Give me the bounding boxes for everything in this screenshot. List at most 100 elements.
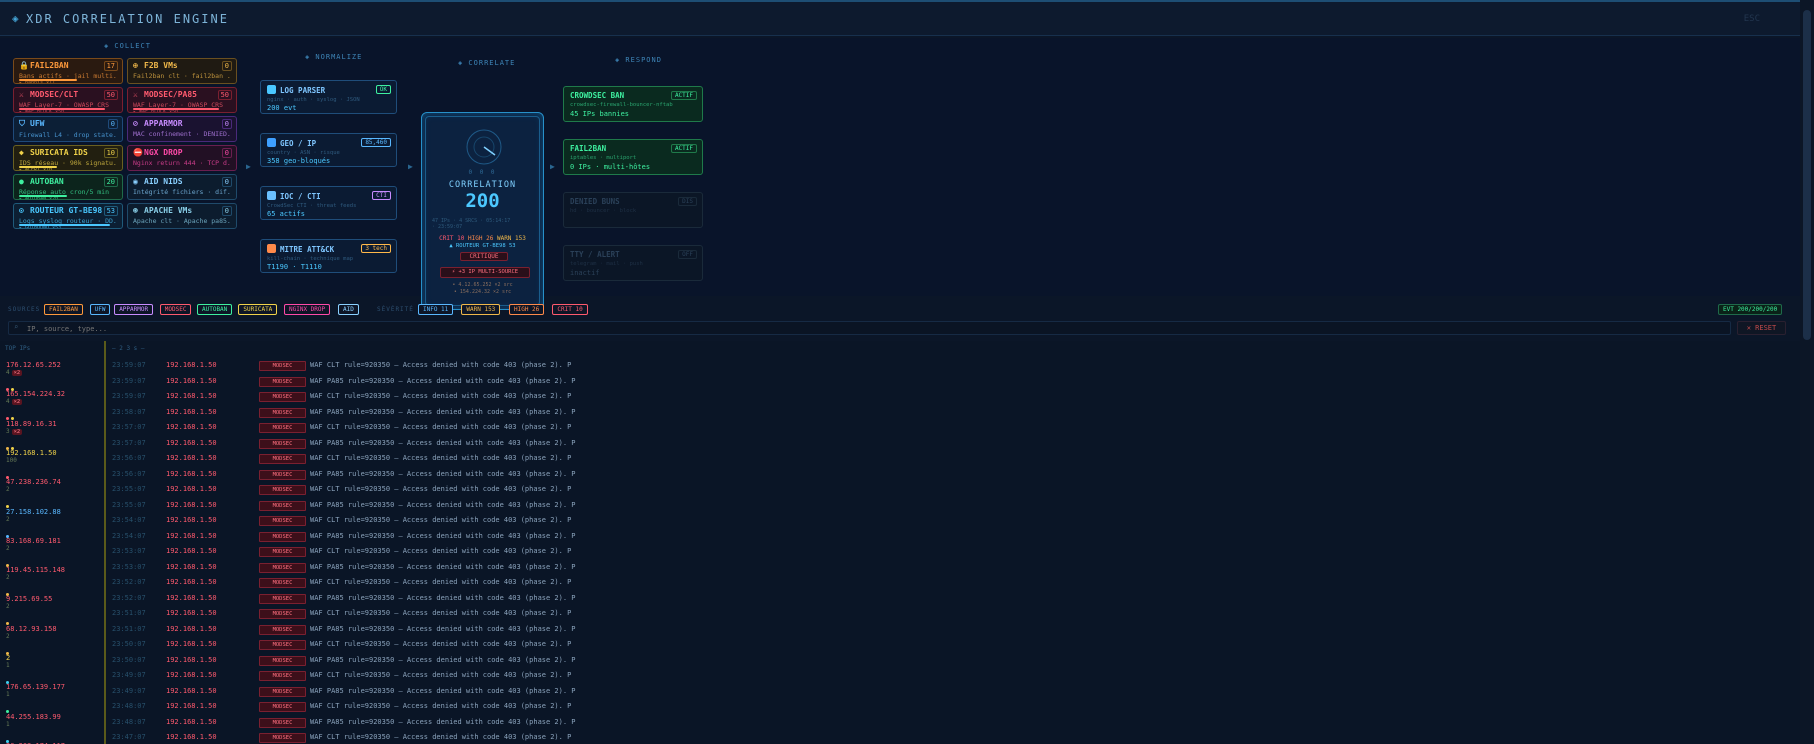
log-timestamp: 23:53:07 xyxy=(112,562,146,571)
log-row[interactable]: 23:54:07 192.168.1.50 MODSEC WAF PA85 rule=… xyxy=(112,531,1112,545)
filter-chip-autoban[interactable]: AUTOBAN xyxy=(197,304,233,315)
source-name: ⚔ MODSEC/CLT xyxy=(19,90,117,99)
top-ip-address: 44.255.183.99 xyxy=(6,712,61,721)
source-card[interactable]: ⚔ MODSEC/CLT 50 WAF Layer-7 · OWASP CRS ▸ WA… xyxy=(13,87,123,113)
log-row[interactable]: 23:54:07 192.168.1.50 MODSEC WAF CLT rule=9… xyxy=(112,516,1112,529)
log-row[interactable]: 23:50:07 192.168.1.50 MODSEC WAF PA85 rule=… xyxy=(112,655,1112,669)
log-row[interactable]: 23:57:07 192.168.1.50 MODSEC WAF CLT rule=9… xyxy=(112,423,1112,436)
log-row[interactable]: 23:52:07 192.168.1.50 MODSEC WAF CLT rule=9… xyxy=(112,578,1112,591)
log-row[interactable]: 23:49:07 192.168.1.50 MODSEC WAF PA85 rule=… xyxy=(112,686,1112,700)
log-parser-icon xyxy=(267,85,276,94)
source-desc: Firewall L4 · drop state... xyxy=(19,131,117,139)
log-row[interactable]: 23:59:07 192.168.1.50 MODSEC WAF CLT rule=9… xyxy=(112,392,1112,405)
filter-chip-ufw[interactable]: UFW xyxy=(89,304,111,315)
filter-chip-apparmor[interactable]: APPARMOR xyxy=(114,304,154,315)
filter-chip-modsec[interactable]: MODSEC xyxy=(159,304,192,315)
correlation-count: 200 xyxy=(465,190,500,212)
log-row[interactable]: 23:51:07 192.168.1.50 MODSEC WAF CLT rule=9… xyxy=(112,609,1112,622)
normalize-sub: CrowdSec CTI · threat feeds xyxy=(267,203,357,209)
respond-card[interactable]: CROWDSEC BAN ACTIF crowdsec-firewall-bounc… xyxy=(563,86,703,122)
respond-card[interactable]: DENIED BUNS DIS hd · bouncer · block xyxy=(563,192,703,228)
reset-button[interactable]: ✕ RESET xyxy=(1737,321,1786,335)
status-dots: 0 0 0 xyxy=(468,169,497,176)
log-row[interactable]: 23:56:07 192.168.1.50 MODSEC WAF PA85 rule=… xyxy=(112,469,1112,483)
search-input[interactable] xyxy=(27,323,427,334)
source-card[interactable]: ● AUTOBAN 20 Réponse auto cron/5 min ▸ AUTOB… xyxy=(13,174,123,200)
normalize-label: LOG PARSER xyxy=(280,86,326,95)
source-card[interactable]: 🔒FAIL2BAN 17 Bans actifs · jail multi... ▸ … xyxy=(13,58,123,84)
normalize-card[interactable]: GEO / IP 85,460 country · ASN · risque 358 … xyxy=(260,133,397,167)
normalize-label: IOC / CTI xyxy=(280,192,321,201)
log-row[interactable]: 23:53:07 192.168.1.50 MODSEC WAF CLT rule=9… xyxy=(112,547,1112,560)
source-card[interactable]: ◉ AID NIDS 0 Intégrité fichiers · dif... xyxy=(127,174,237,200)
log-row[interactable]: 23:56:07 192.168.1.50 MODSEC WAF CLT rule=9… xyxy=(112,454,1112,467)
top-ip-item[interactable]: 44.255.183.99 1 xyxy=(6,713,100,744)
log-row[interactable]: 23:51:07 192.168.1.50 MODSEC WAF PA85 rule=… xyxy=(112,624,1112,638)
log-row[interactable]: 23:48:07 192.168.1.50 MODSEC WAF CLT rule=9… xyxy=(112,702,1112,715)
log-row[interactable]: 23:50:07 192.168.1.50 MODSEC WAF CLT rule=9… xyxy=(112,640,1112,653)
respond-card[interactable]: FAIL2BAN ACTIF iptables · multiport 0 IPs ·… xyxy=(563,139,703,175)
log-source-tag: MODSEC xyxy=(259,671,306,681)
log-row[interactable]: 23:52:07 192.168.1.50 MODSEC WAF PA85 rule=… xyxy=(112,593,1112,607)
severity-filter-label: SÉVÉRITÉ xyxy=(377,306,414,313)
normalize-tag: 85,460 xyxy=(361,138,391,147)
log-source-tag: MODSEC xyxy=(259,469,306,480)
filter-chip-nginx-drop[interactable]: NGINX DROP xyxy=(284,304,331,315)
source-card[interactable]: ⊙ ROUTEUR GT-BE98 53 Logs syslog routeur · … xyxy=(13,203,123,229)
log-message: WAF CLT rule=920350 — Access denied with… xyxy=(310,640,572,648)
log-row[interactable]: 23:53:07 192.168.1.50 MODSEC WAF PA85 rule=… xyxy=(112,562,1112,576)
log-row[interactable]: 23:59:07 192.168.1.50 MODSEC WAF PA85 rule=… xyxy=(112,376,1112,390)
multi-source-badge[interactable]: ⚡ +3 IP MULTI-SOURCE xyxy=(440,267,530,278)
correlation-card[interactable]: 0 0 0 CORRELATION 200 47 IPs · 4 SRCS · … xyxy=(421,112,544,310)
log-row[interactable]: 23:58:07 192.168.1.50 MODSEC WAF PA85 rule=… xyxy=(112,407,1112,421)
source-count: 10 xyxy=(103,148,118,158)
respond-sub: iptables · multiport xyxy=(570,155,637,161)
source-card[interactable]: ⚔ MODSEC/PA85 50 WAF Layer-7 · OWASP CRS ▸ W… xyxy=(127,87,237,113)
source-card[interactable]: ◆ SURICATA IDS 10 IDS réseau · 90k signatu.… xyxy=(13,145,123,171)
severity-chip[interactable]: HIGH 26 xyxy=(509,304,545,315)
severity-chip[interactable]: CRIT 10 xyxy=(552,304,588,315)
log-row[interactable]: 23:57:07 192.168.1.50 MODSEC WAF PA85 rule=… xyxy=(112,438,1112,452)
log-ip: 192.168.1.50 xyxy=(166,686,217,695)
top-ip-count: 100 xyxy=(6,456,17,464)
severity-chip[interactable]: INFO 11 xyxy=(418,304,454,315)
source-card[interactable]: ⛔NGX DROP 0 Nginx return 444 · TCP d... xyxy=(127,145,237,171)
log-row[interactable]: 23:55:07 192.168.1.50 MODSEC WAF CLT rule=9… xyxy=(112,485,1112,498)
source-name: ⚔ MODSEC/PA85 xyxy=(133,90,231,99)
log-ip: 192.168.1.50 xyxy=(166,516,217,524)
source-card[interactable]: ⛉ UFW 0 Firewall L4 · drop state... xyxy=(13,116,123,142)
log-row[interactable]: 23:59:07 192.168.1.50 MODSEC WAF CLT rule=9… xyxy=(112,361,1112,374)
top-ip-address: 27.158.102.88 xyxy=(6,507,61,516)
log-ip: 192.168.1.50 xyxy=(166,469,217,478)
escape-button[interactable]: ESC xyxy=(1744,14,1760,24)
scrollbar-thumb[interactable] xyxy=(1803,10,1811,340)
source-card[interactable]: ⊕ F2B VMs 0 Fail2ban clt · fail2ban ... xyxy=(127,58,237,84)
scrollbar[interactable] xyxy=(1800,0,1814,744)
log-row[interactable]: 23:49:07 192.168.1.50 MODSEC WAF CLT rule=9… xyxy=(112,671,1112,684)
source-card[interactable]: ⊛ APACHE VMs 0 Apache clt · Apache pa85... xyxy=(127,203,237,229)
multi-ip-2: • 154.224.32 ×2 src xyxy=(453,289,512,295)
source-count: 0 xyxy=(221,119,232,129)
filter-chip-suricata[interactable]: SURICATA xyxy=(238,304,278,315)
top-ips-title: TOP IPs xyxy=(5,345,31,352)
ufw-icon: ⛉ xyxy=(19,119,25,128)
source-card[interactable]: ⊘ APPARMOR 0 MAC confinement · DENIED... xyxy=(127,116,237,142)
log-source-tag: MODSEC xyxy=(259,562,306,573)
top-ip-count: 1 xyxy=(6,691,10,699)
log-message: WAF CLT rule=920350 — Access denied with… xyxy=(310,733,572,741)
normalize-card[interactable]: MITRE ATT&CK 3 tech kill-chain · technique… xyxy=(260,239,397,273)
log-row[interactable]: 23:48:07 192.168.1.50 MODSEC WAF PA85 rule=… xyxy=(112,717,1112,731)
log-timestamp: 23:59:07 xyxy=(112,392,146,400)
severity-chip[interactable]: WARN 153 xyxy=(461,304,501,315)
log-row[interactable]: 23:47:07 192.168.1.50 MODSEC WAF CLT rule=9… xyxy=(112,733,1112,744)
normalize-card[interactable]: IOC / CTI CTI CrowdSec CTI · threat feeds 6… xyxy=(260,186,397,220)
filter-chip-fail2ban[interactable]: FAIL2BAN xyxy=(44,304,83,315)
ioc-cti-icon xyxy=(267,191,276,200)
normalize-card[interactable]: LOG PARSER OK nginx · auth · syslog · JSON… xyxy=(260,80,397,114)
top-ip-address: 192.168.1.50 xyxy=(6,448,57,457)
top-ip-count-row: 2 xyxy=(6,545,100,552)
respond-card[interactable]: TTY / ALERT OFF telegram · mail · push inac… xyxy=(563,245,703,281)
filter-chip-aid[interactable]: AID xyxy=(338,304,359,315)
log-row[interactable]: 23:55:07 192.168.1.50 MODSEC WAF PA85 rule=… xyxy=(112,500,1112,514)
log-message: WAF CLT rule=920350 — Access denied with… xyxy=(310,671,572,679)
